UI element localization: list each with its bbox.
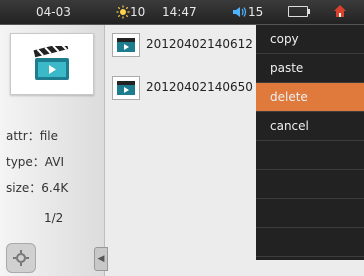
file-name: 20120402140612	[146, 37, 253, 51]
preview-thumbnail	[10, 33, 94, 95]
status-date: 04-03	[36, 5, 71, 19]
gear-icon	[13, 250, 29, 266]
menu-item-delete[interactable]: delete	[256, 83, 364, 112]
battery-icon	[288, 6, 310, 17]
settings-button[interactable]	[6, 243, 36, 273]
file-info-panel: attr：file type：AVI size：6.4K 1/2 ◀	[0, 25, 108, 276]
menu-item-empty	[256, 199, 364, 228]
brightness-indicator[interactable]: 10	[116, 5, 145, 19]
home-icon[interactable]	[332, 3, 348, 19]
menu-item-empty	[256, 228, 364, 257]
menu-item-empty	[256, 170, 364, 199]
file-row[interactable]: 20120402140650	[106, 70, 256, 104]
chevron-left-icon: ◀	[97, 254, 105, 264]
status-bar: 04-03 10 14:47 15	[0, 0, 364, 25]
volume-value: 15	[248, 5, 264, 19]
video-clapperboard-icon	[33, 46, 69, 80]
file-attr: attr：file	[6, 129, 58, 143]
status-time: 14:47	[162, 5, 197, 19]
file-row[interactable]: 20120402140612	[106, 27, 256, 61]
file-type: type：AVI	[6, 155, 64, 169]
menu-item-cancel[interactable]: cancel	[256, 112, 364, 141]
file-size: size：6.4K	[6, 181, 69, 195]
brightness-value: 10	[130, 5, 146, 19]
menu-item-empty	[256, 141, 364, 170]
file-list: 20120402140612 20120402140650	[106, 25, 256, 276]
context-menu: copy paste delete cancel	[256, 25, 364, 260]
video-file-icon	[112, 33, 140, 57]
menu-item-copy[interactable]: copy	[256, 25, 364, 54]
sun-icon	[116, 5, 130, 19]
video-file-icon	[112, 76, 140, 100]
volume-indicator[interactable]: 15	[232, 5, 263, 19]
file-name: 20120402140650	[146, 80, 253, 94]
volume-icon	[233, 7, 247, 17]
file-manager-screen: attr：file type：AVI size：6.4K 1/2 ◀ 20120…	[0, 25, 364, 276]
page-indicator: 1/2	[44, 211, 64, 225]
menu-item-paste[interactable]: paste	[256, 54, 364, 83]
